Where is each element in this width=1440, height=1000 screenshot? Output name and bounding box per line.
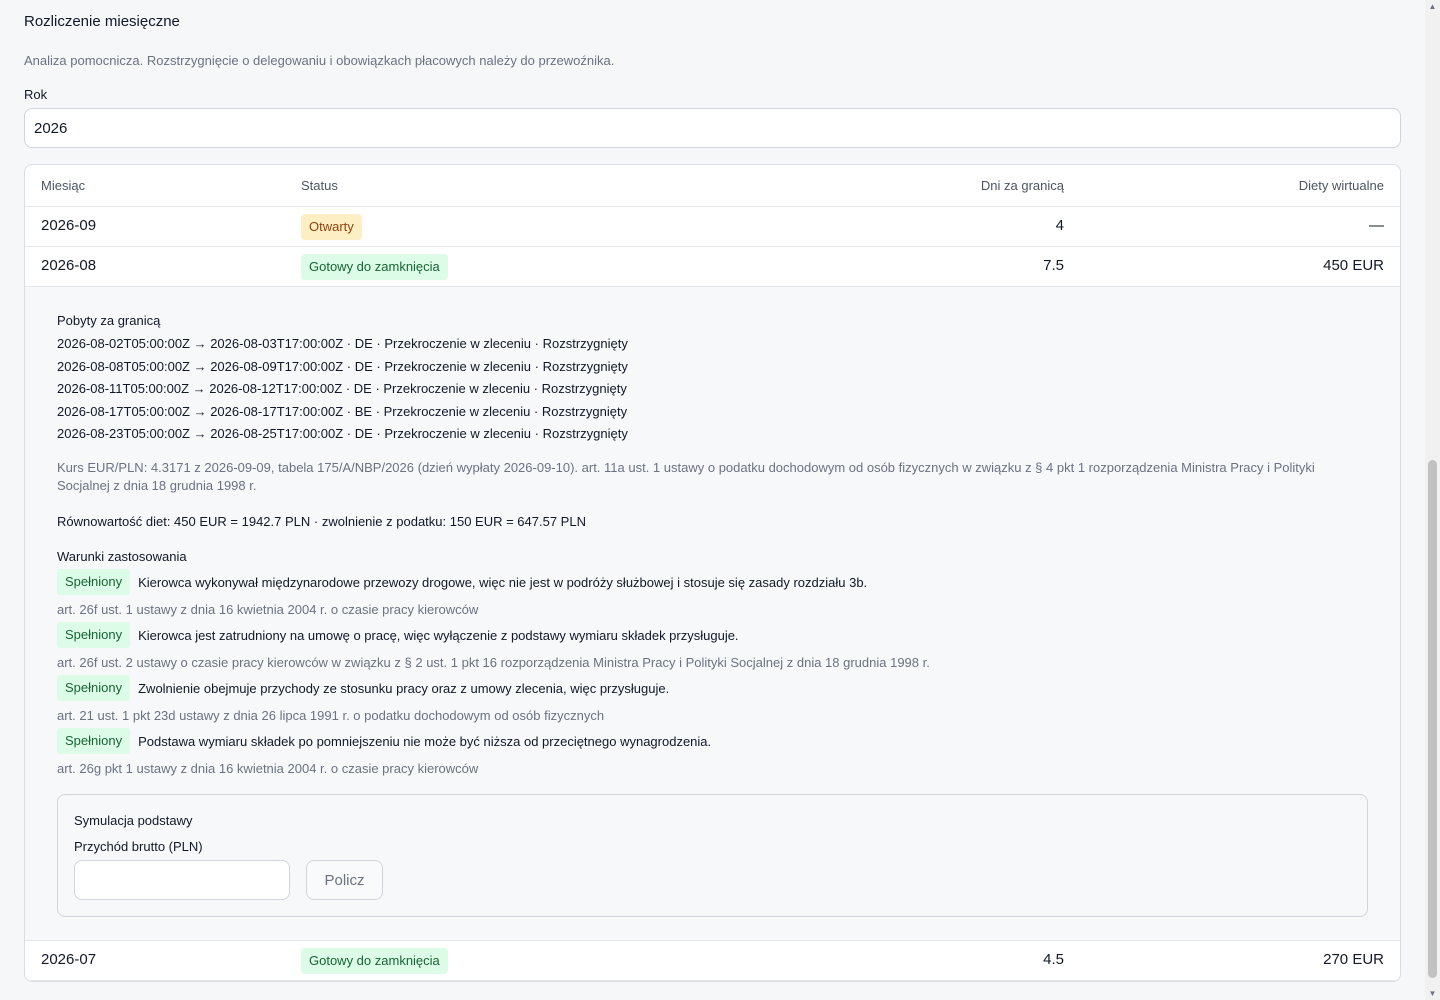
month-details-panel: Pobyty za granicą 2026-08-02T05:00:00Z →…	[25, 287, 1400, 941]
conditions-heading: Warunki zastosowania	[57, 549, 187, 564]
monthly-table: Miesiąc Status Dni za granicą Diety wirt…	[24, 164, 1401, 982]
stay-item: 2026-08-02T05:00:00Z → 2026-08-03T17:00:…	[57, 336, 628, 351]
virtual-diets-cell: 270 EUR	[1323, 951, 1384, 968]
stay-item: 2026-08-11T05:00:00Z → 2026-08-12T17:00:…	[57, 381, 627, 396]
virtual-diets-cell: —	[1369, 217, 1384, 234]
fulfilled-badge: Spełniony	[57, 675, 131, 701]
virtual-diets-cell: 450 EUR	[1323, 257, 1384, 274]
gross-income-input[interactable]	[74, 860, 290, 900]
table-header: Miesiąc Status Dni za granicą Diety wirt…	[25, 165, 1400, 207]
legal-basis: art. 21 ust. 1 pkt 23d ustawy z dnia 26 …	[57, 708, 605, 723]
column-header-days-abroad: Dni za granicą	[980, 178, 1064, 193]
condition-item: Spełniony Kierowca wykonywał międzynarod…	[57, 569, 867, 595]
vertical-scrollbar[interactable]: ▲ ▼	[1425, 0, 1440, 1000]
condition-item: Spełniony Zwolnienie obejmuje przychody …	[57, 675, 669, 701]
status-badge: Otwarty	[301, 214, 362, 240]
condition-text: Kierowca wykonywał międzynarodowe przewo…	[138, 574, 868, 590]
month-cell: 2026-08	[41, 257, 97, 274]
column-header-month: Miesiąc	[41, 178, 86, 193]
days-abroad-cell: 4	[1055, 217, 1064, 234]
condition-text: Podstawa wymiaru składek po pomniejszeni…	[138, 733, 712, 749]
page-title: Rozliczenie miesięczne	[24, 13, 180, 30]
year-input-value: 2026	[34, 119, 68, 137]
scroll-up-arrow-icon[interactable]: ▲	[1428, 2, 1437, 11]
condition-text: Kierowca jest zatrudniony na umowę o pra…	[138, 627, 739, 643]
condition-text: Zwolnienie obejmuje przychody ze stosunk…	[138, 680, 670, 696]
fulfilled-badge: Spełniony	[57, 622, 131, 648]
fulfilled-badge: Spełniony	[57, 569, 131, 595]
calculate-button[interactable]: Policz	[306, 860, 383, 900]
scroll-down-arrow-icon[interactable]: ▼	[1428, 989, 1437, 998]
month-cell: 2026-09	[41, 217, 97, 234]
column-header-virtual-diets: Diety wirtualne	[1298, 178, 1384, 193]
gross-income-label: Przychód brutto (PLN)	[74, 839, 203, 854]
table-row-2026-08[interactable]: 2026-08 Gotowy do zamknięcia 7.5 450 EUR	[25, 247, 1400, 287]
table-row-2026-09[interactable]: 2026-09 Otwarty 4 —	[25, 207, 1400, 247]
diet-equivalent: Równowartość diet: 450 EUR = 1942.7 PLN …	[57, 514, 586, 529]
status-badge: Gotowy do zamknięcia	[301, 254, 448, 280]
month-cell: 2026-07	[41, 951, 97, 968]
base-simulation-panel: Symulacja podstawy Przychód brutto (PLN)…	[57, 794, 1368, 917]
stay-item: 2026-08-23T05:00:00Z → 2026-08-25T17:00:…	[57, 426, 628, 441]
condition-item: Spełniony Kierowca jest zatrudniony na u…	[57, 622, 739, 648]
table-row-2026-07[interactable]: 2026-07 Gotowy do zamknięcia 4.5 270 EUR	[25, 941, 1400, 981]
page-subtitle: Analiza pomocnicza. Rozstrzygnięcie o de…	[24, 53, 615, 68]
year-input[interactable]: 2026	[24, 108, 1401, 148]
condition-item: Spełniony Podstawa wymiaru składek po po…	[57, 728, 711, 754]
column-header-status: Status	[301, 178, 338, 193]
scrollbar-thumb[interactable]	[1428, 460, 1437, 978]
days-abroad-cell: 7.5	[1043, 257, 1064, 274]
exchange-rate-note: Kurs EUR/PLN: 4.3171 z 2026-09-09, tabel…	[57, 460, 1315, 493]
year-label: Rok	[24, 87, 48, 102]
legal-basis: art. 26g pkt 1 ustawy z dnia 16 kwietnia…	[57, 761, 479, 776]
legal-basis: art. 26f ust. 2 ustawy o czasie pracy ki…	[57, 655, 930, 670]
status-badge: Gotowy do zamknięcia	[301, 948, 448, 974]
main-page: Rozliczenie miesięczne Analiza pomocnicz…	[0, 0, 1425, 1000]
stays-heading: Pobyty za granicą	[57, 313, 161, 328]
fulfilled-badge: Spełniony	[57, 728, 131, 754]
stay-item: 2026-08-17T05:00:00Z → 2026-08-17T17:00:…	[57, 404, 628, 419]
simulation-title: Symulacja podstawy	[74, 813, 193, 828]
legal-basis: art. 26f ust. 1 ustawy z dnia 16 kwietni…	[57, 602, 479, 617]
days-abroad-cell: 4.5	[1043, 951, 1064, 968]
stay-item: 2026-08-08T05:00:00Z → 2026-08-09T17:00:…	[57, 359, 628, 374]
